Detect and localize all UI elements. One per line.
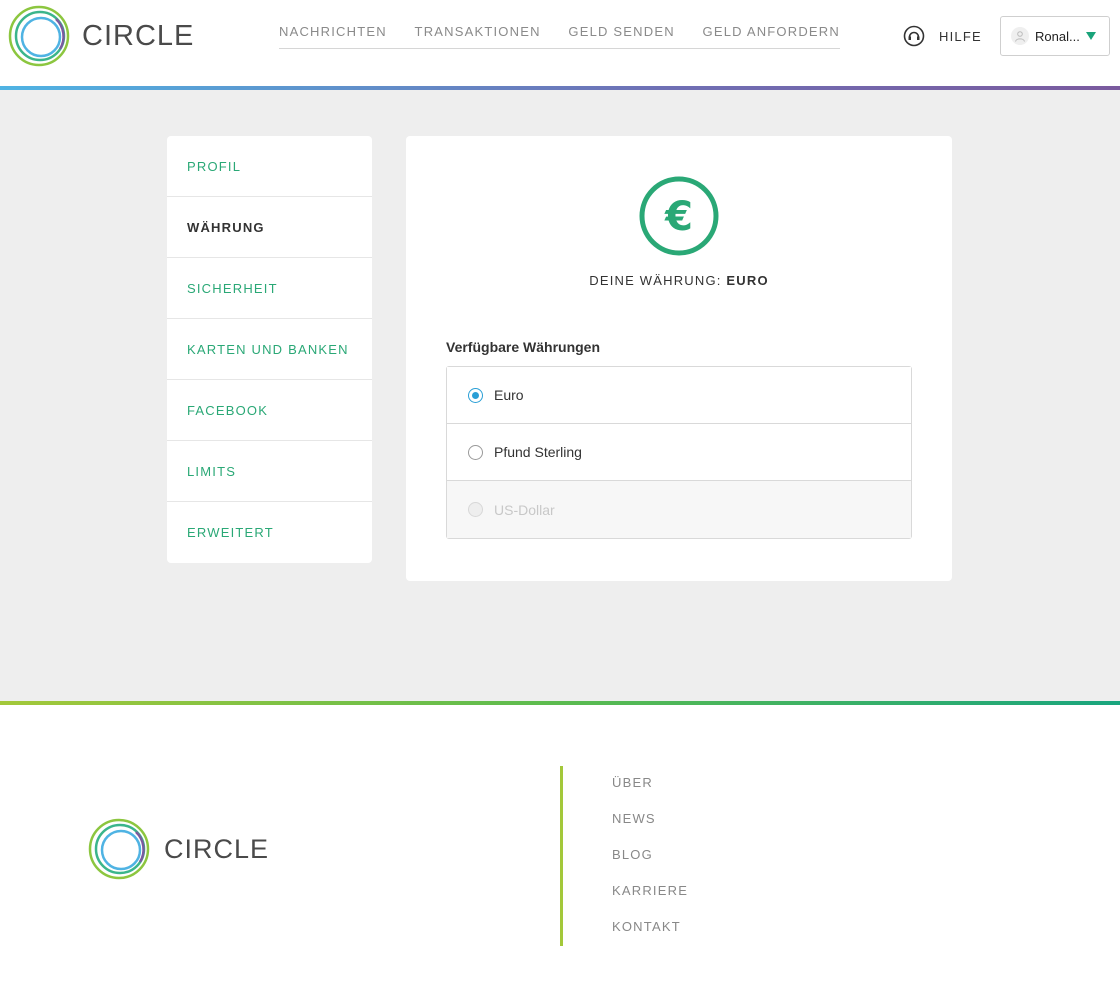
currency-panel: € DEINE WÄHRUNG: EURO Verfügbare Währung… bbox=[406, 136, 952, 581]
footer-link-careers[interactable]: KARRIERE bbox=[612, 883, 688, 919]
radio-us-dollar bbox=[468, 502, 483, 517]
user-menu-button[interactable]: Ronal... bbox=[1000, 16, 1110, 56]
top-header: CIRCLE NACHRICHTEN TRANSAKTIONEN GELD SE… bbox=[0, 0, 1120, 86]
radio-pound[interactable] bbox=[468, 444, 483, 460]
current-currency-value: EURO bbox=[726, 273, 769, 288]
currency-option-us-dollar: US-Dollar bbox=[447, 481, 911, 538]
radio-euro[interactable] bbox=[468, 387, 483, 403]
nav-send-money[interactable]: GELD SENDEN bbox=[568, 24, 674, 48]
user-name: Ronal... bbox=[1035, 28, 1080, 44]
footer: CIRCLE ÜBER NEWS BLOG KARRIERE KONTAKT bbox=[0, 705, 1120, 985]
sidebar-item-security[interactable]: SICHERHEIT bbox=[167, 258, 372, 319]
brand-name: CIRCLE bbox=[82, 19, 195, 52]
avatar bbox=[1011, 27, 1029, 45]
circle-logo[interactable]: CIRCLE bbox=[8, 5, 194, 67]
sidebar-item-facebook[interactable]: FACEBOOK bbox=[167, 380, 372, 441]
footer-link-blog[interactable]: BLOG bbox=[612, 847, 688, 883]
footer-brand-name: CIRCLE bbox=[164, 833, 270, 864]
sidebar-item-currency[interactable]: WÄHRUNG bbox=[167, 197, 372, 258]
euro-symbol: € bbox=[664, 194, 693, 240]
nav-messages[interactable]: NACHRICHTEN bbox=[279, 24, 387, 48]
option-label: US-Dollar bbox=[494, 501, 555, 518]
settings-sidebar: PROFIL WÄHRUNG SICHERHEIT KARTEN UND BAN… bbox=[167, 136, 372, 563]
main-content: PROFIL WÄHRUNG SICHERHEIT KARTEN UND BAN… bbox=[0, 90, 1120, 701]
option-label: Euro bbox=[494, 387, 524, 403]
current-currency: DEINE WÄHRUNG: EURO bbox=[406, 273, 952, 288]
currency-options: Euro Pfund Sterling US-Dollar bbox=[446, 366, 912, 539]
help-link[interactable]: HILFE bbox=[903, 25, 982, 47]
currency-option-pound[interactable]: Pfund Sterling bbox=[447, 424, 911, 481]
sidebar-item-cards-and-banks[interactable]: KARTEN UND BANKEN bbox=[167, 319, 372, 380]
footer-link-about[interactable]: ÜBER bbox=[612, 775, 688, 811]
nav-request-money[interactable]: GELD ANFORDERN bbox=[703, 24, 840, 48]
current-currency-label: DEINE WÄHRUNG: bbox=[589, 273, 727, 288]
user-icon bbox=[1015, 31, 1025, 42]
euro-icon: € bbox=[639, 176, 719, 256]
radio-dot bbox=[472, 391, 479, 399]
footer-divider bbox=[560, 766, 563, 946]
available-currencies-label: Verfügbare Währungen bbox=[446, 339, 601, 355]
option-label: Pfund Sterling bbox=[494, 444, 582, 460]
footer-links: ÜBER NEWS BLOG KARRIERE KONTAKT bbox=[612, 775, 688, 955]
headset-icon bbox=[903, 25, 925, 47]
caret-down-icon bbox=[1085, 32, 1096, 40]
footer-logo[interactable]: CIRCLE bbox=[88, 818, 269, 880]
circle-logo-icon bbox=[8, 5, 70, 67]
sidebar-item-profile[interactable]: PROFIL bbox=[167, 136, 372, 197]
nav-transactions[interactable]: TRANSAKTIONEN bbox=[415, 24, 541, 48]
sidebar-item-limits[interactable]: LIMITS bbox=[167, 441, 372, 502]
help-label: HILFE bbox=[939, 28, 982, 44]
top-navigation: NACHRICHTEN TRANSAKTIONEN GELD SENDEN GE… bbox=[279, 24, 840, 49]
currency-option-euro[interactable]: Euro bbox=[447, 367, 911, 424]
sidebar-item-advanced[interactable]: ERWEITERT bbox=[167, 502, 372, 563]
footer-link-contact[interactable]: KONTAKT bbox=[612, 919, 688, 955]
footer-link-news[interactable]: NEWS bbox=[612, 811, 688, 847]
circle-logo-icon bbox=[88, 818, 150, 880]
